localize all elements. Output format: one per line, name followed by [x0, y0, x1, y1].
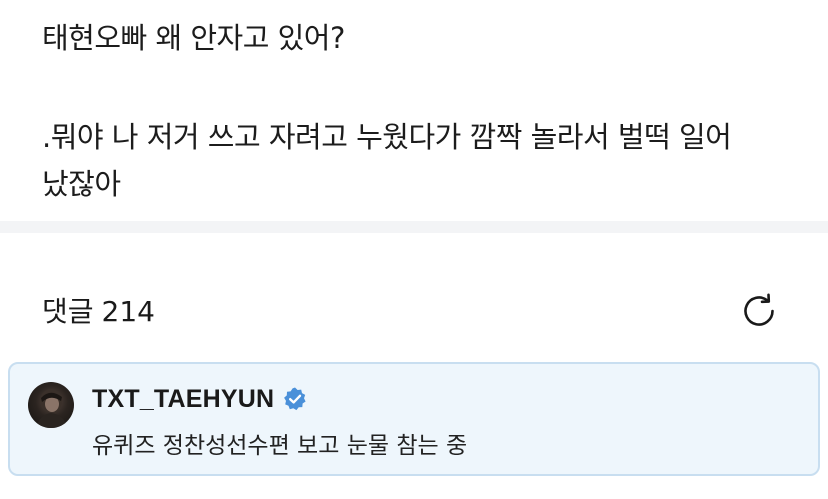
comment-card[interactable]: TXT_TAEHYUN 유퀴즈 정찬성선수편 보고 눈물 참는 중	[8, 362, 820, 476]
section-divider	[0, 221, 828, 233]
comment-text: 유퀴즈 정찬성선수편 보고 눈물 참는 중	[92, 433, 468, 459]
avatar-image	[36, 389, 68, 428]
comment-author-row: TXT_TAEHYUN	[92, 382, 308, 416]
comment-author[interactable]: TXT_TAEHYUN	[92, 385, 274, 414]
comments-title: 댓글 214	[42, 292, 155, 332]
refresh-button[interactable]	[738, 290, 780, 332]
post-text-line: 태현오빠 왜 안자고 있어?	[42, 21, 345, 55]
verified-badge-icon	[284, 387, 306, 411]
comments-count: 214	[101, 295, 155, 328]
comments-label: 댓글	[42, 295, 94, 328]
post-body: 태현오빠 왜 안자고 있어? .뭐야 나 저거 쓰고 자려고 누웠다가 깜짝 놀…	[0, 0, 828, 221]
post-text-line: 났잖아	[42, 167, 121, 201]
refresh-icon	[744, 293, 774, 326]
post-text-line: .뭐야 나 저거 쓰고 자려고 누웠다가 깜짝 놀라서 벌떡 일어	[42, 120, 732, 154]
avatar[interactable]	[28, 382, 74, 428]
comments-header: 댓글 214	[0, 233, 828, 361]
